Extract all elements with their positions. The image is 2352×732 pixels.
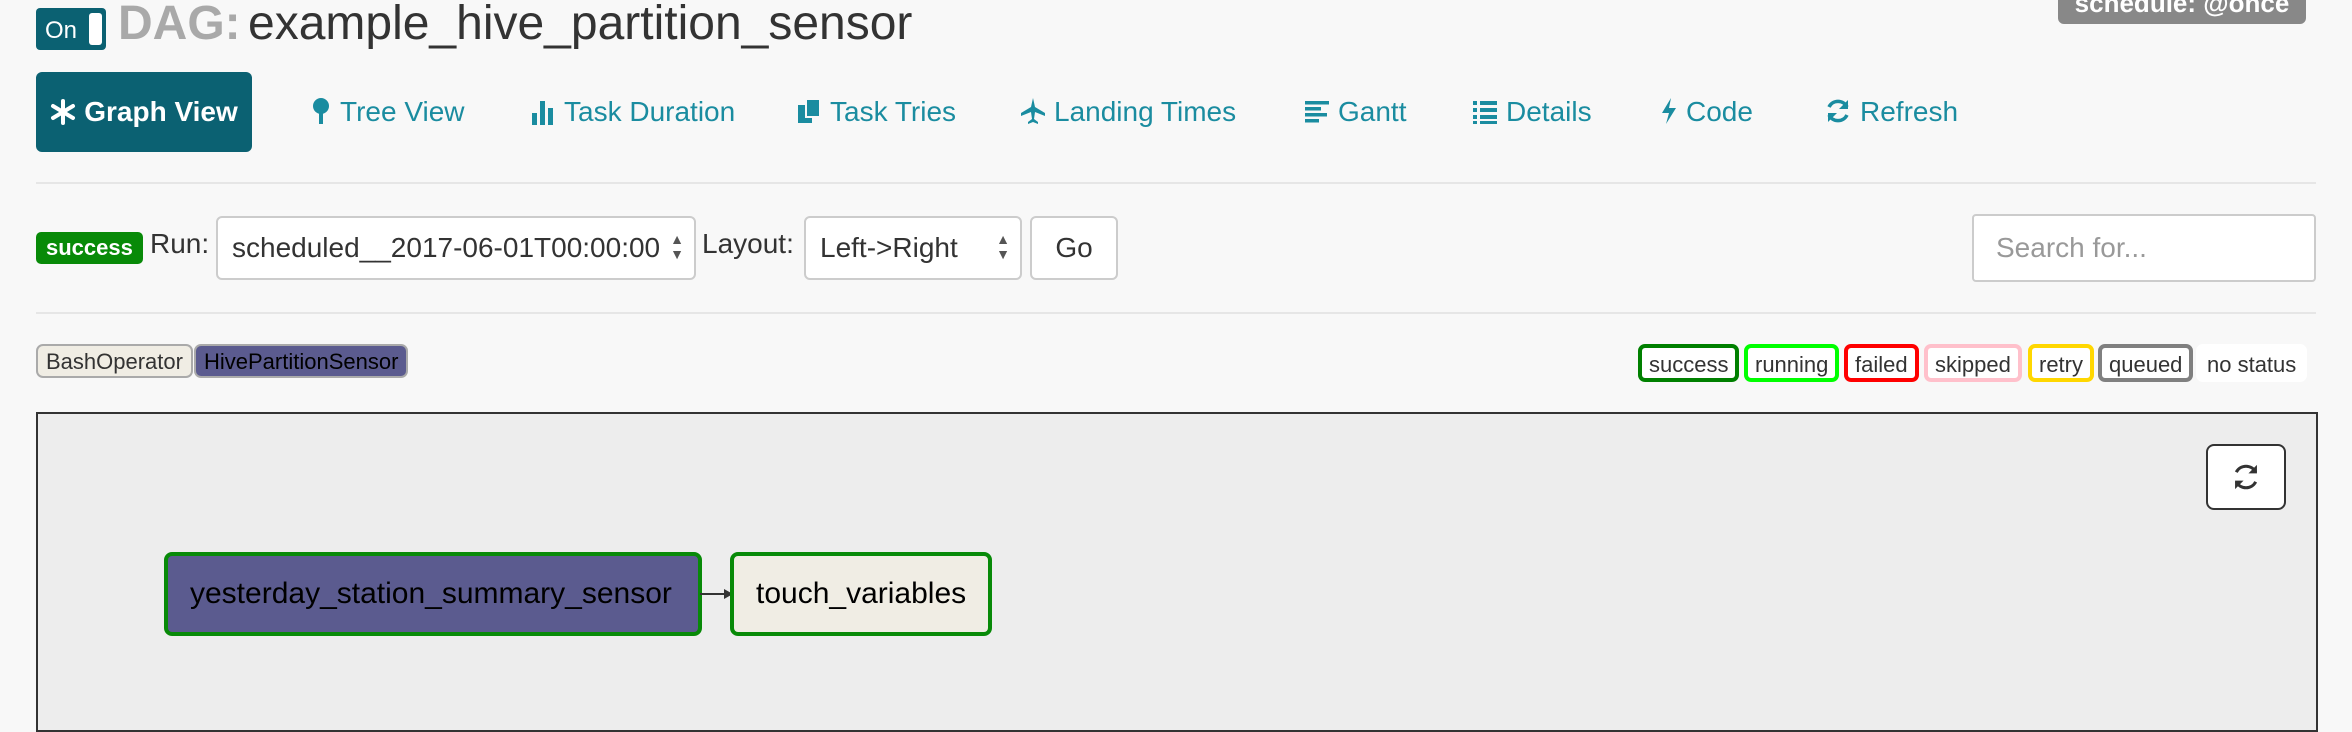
state-legend-success[interactable]: success — [1638, 344, 1740, 382]
state-legend-retry[interactable]: retry — [2028, 344, 2094, 382]
state-legend-queued[interactable]: queued — [2098, 344, 2194, 382]
tab-label: Task Tries — [830, 96, 957, 127]
refresh-icon — [1824, 96, 1860, 127]
tab-label: Refresh — [1860, 96, 1959, 127]
tab-tree-view[interactable]: Tree View — [310, 72, 465, 152]
bar-chart-icon — [530, 96, 564, 127]
duplicate-icon — [796, 96, 830, 127]
state-legend-no-status[interactable]: no status — [2196, 344, 2308, 382]
tab-label: Details — [1506, 96, 1592, 127]
tab-graph-view[interactable]: Graph View — [36, 72, 252, 152]
go-button[interactable]: Go — [1030, 216, 1118, 280]
asterisk-icon — [50, 96, 84, 127]
page-title: example_hive_partition_sensor — [248, 0, 913, 50]
tab-label: Gantt — [1338, 96, 1407, 127]
operator-legend-bashoperator[interactable]: BashOperator — [36, 344, 193, 378]
state-legend-failed[interactable]: failed — [1844, 344, 1919, 382]
dependency-edge-arrow — [700, 589, 733, 599]
layout-label: Layout: — [702, 228, 794, 259]
divider — [36, 312, 2316, 314]
flash-icon — [1660, 96, 1686, 127]
run-select-value: scheduled__2017-06-01T00:00:00 — [232, 232, 661, 263]
state-legend-skipped[interactable]: skipped — [1924, 344, 2022, 382]
run-select[interactable]: scheduled__2017-06-01T00:00:00 ▲ ▼ — [216, 216, 696, 280]
layout-select[interactable]: Left->Right ▲ ▼ — [804, 216, 1022, 280]
tab-refresh[interactable]: Refresh — [1824, 72, 1958, 152]
operator-legend-hivepartitionsensor[interactable]: HivePartitionSensor — [194, 344, 409, 378]
plane-icon — [1020, 96, 1054, 127]
graph-refresh-button[interactable] — [2206, 444, 2286, 510]
select-arrows-icon: ▲ ▼ — [670, 231, 684, 262]
tab-label: Tree View — [340, 96, 465, 127]
task-node-yesterday-station-summary-sensor[interactable]: yesterday_station_summary_sensor — [164, 552, 702, 636]
dag-run-state-badge: success — [36, 232, 143, 264]
tab-task-duration[interactable]: Task Duration — [530, 72, 735, 152]
tab-label: Code — [1686, 96, 1753, 127]
search-input[interactable] — [1972, 214, 2316, 282]
align-left-icon — [1304, 96, 1338, 127]
select-arrows-icon: ▲ ▼ — [996, 231, 1010, 262]
dag-prefix-label: DAG: — [118, 0, 241, 50]
tab-code[interactable]: Code — [1660, 72, 1753, 152]
tab-task-tries[interactable]: Task Tries — [796, 72, 956, 152]
toggle-knob — [89, 13, 102, 45]
run-label: Run: — [150, 228, 210, 259]
divider — [36, 182, 2316, 184]
tab-gantt[interactable]: Gantt — [1304, 72, 1406, 152]
toggle-label: On — [45, 17, 78, 44]
tab-details[interactable]: Details — [1472, 72, 1592, 152]
schedule-badge: schedule: @once — [2058, 0, 2306, 24]
layout-select-value: Left->Right — [820, 232, 958, 263]
tab-label: Task Duration — [564, 96, 736, 127]
tab-landing-times[interactable]: Landing Times — [1020, 72, 1236, 152]
list-icon — [1472, 96, 1506, 127]
tab-label: Landing Times — [1054, 96, 1237, 127]
state-legend-running[interactable]: running — [1744, 344, 1840, 382]
tree-icon — [310, 96, 340, 127]
task-node-touch-variables[interactable]: touch_variables — [730, 552, 992, 636]
refresh-icon — [2229, 464, 2263, 498]
dag-on-off-toggle[interactable]: On — [36, 8, 106, 50]
tab-label: Graph View — [84, 96, 238, 127]
